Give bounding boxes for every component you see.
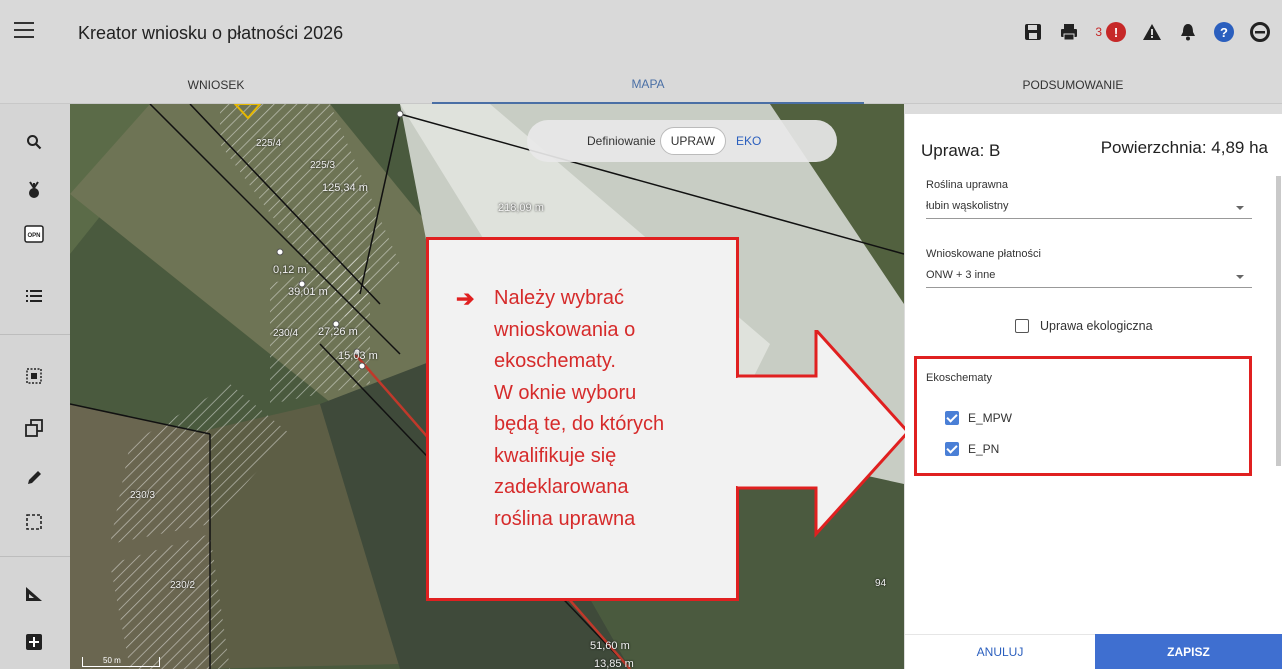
warning-icon[interactable]: [1142, 22, 1162, 42]
copy-shape-icon[interactable]: [22, 416, 46, 440]
search-icon[interactable]: [22, 130, 46, 154]
parcel-label: 94: [875, 578, 887, 589]
payments-field-label: Wnioskowane płatności: [926, 248, 1041, 260]
instruction-text: Należy wybrać wnioskowania o ekoschematy…: [494, 283, 734, 535]
parcel-label: 230/4: [273, 328, 299, 339]
parcel-label: 230/2: [170, 580, 196, 591]
instruction-line: W oknie wyboru: [494, 381, 637, 404]
distance-label: 0,12 m: [273, 264, 307, 276]
ecoschemes-label: Ekoschematy: [926, 372, 993, 384]
parcel-label: 230/3: [130, 490, 156, 501]
mode-toggle-bar: Definiowanie UPRAW EKO: [527, 120, 837, 162]
tab-mapa[interactable]: MAPA: [432, 66, 864, 104]
instruction-line: kwalifikuje się: [494, 444, 617, 467]
instruction-line: Należy wybrać: [494, 287, 625, 309]
map-toolbar: OPN: [0, 104, 70, 669]
toolbar-divider: [0, 334, 70, 335]
app-title: Kreator wniosku o płatności 2026: [78, 23, 344, 43]
mode-option-upraw[interactable]: UPRAW: [659, 127, 726, 155]
ecoscheme-label-pn: E_PN: [968, 442, 1000, 456]
app-header: Kreator wniosku o płatności 2026 3 ! ?: [0, 0, 1282, 66]
ecoscheme-label-mpw: E_MPW: [968, 411, 1013, 425]
draw-rectangle-icon[interactable]: [22, 510, 46, 534]
select-area-icon[interactable]: [22, 364, 46, 388]
crop-select[interactable]: łubin wąskolistny: [926, 200, 1009, 212]
crop-plant-icon[interactable]: [22, 178, 46, 202]
measure-icon[interactable]: [22, 582, 46, 606]
organic-checkbox-label: Uprawa ekologiczna: [1040, 319, 1153, 333]
user-account-icon[interactable]: [1250, 22, 1270, 42]
opn-icon-label: OPN: [27, 233, 40, 239]
save-icon[interactable]: [1023, 22, 1043, 42]
distance-label: 51,60 m: [590, 640, 630, 652]
crop-select-underline: [926, 218, 1252, 219]
crop-area: Powierzchnia: 4,89 ha: [1100, 138, 1268, 157]
distance-label: 15,03 m: [338, 350, 378, 362]
tab-podsumowanie[interactable]: PODSUMOWANIE: [864, 66, 1282, 104]
payments-select-underline: [926, 287, 1252, 288]
ecoscheme-checkbox-mpw[interactable]: [945, 411, 959, 425]
instruction-line: zadeklarowana: [494, 476, 629, 498]
crop-title: Uprawa: B: [921, 141, 1001, 160]
instruction-line: wnioskowania o: [494, 318, 636, 341]
chevron-down-icon[interactable]: [1236, 275, 1244, 279]
distance-label: 13,85 m: [594, 658, 634, 669]
help-icon[interactable]: ?: [1214, 22, 1234, 42]
toolbar-divider: [0, 556, 70, 557]
alert-count: 3: [1095, 25, 1102, 39]
instruction-line: będą te, do których: [494, 413, 665, 435]
ecoscheme-checkbox-pn[interactable]: [945, 442, 959, 456]
cancel-button[interactable]: ANULUJ: [905, 634, 1095, 669]
distance-label: 218,09 m: [498, 202, 544, 214]
list-icon[interactable]: [22, 284, 46, 308]
header-actions: 3 ! ?: [1023, 22, 1270, 42]
mode-label: Definiowanie: [587, 134, 656, 148]
edit-pencil-icon[interactable]: [22, 466, 46, 490]
print-icon[interactable]: [1059, 22, 1079, 42]
pointer-arrow-icon: [736, 330, 911, 538]
map-scale: 50 m: [82, 657, 160, 667]
main-tabs: WNIOSEK MAPA PODSUMOWANIE: [0, 66, 1282, 104]
tab-wniosek[interactable]: WNIOSEK: [0, 66, 432, 104]
parcel-label: 225/4: [256, 138, 282, 149]
crop-details-panel: Uprawa: B Powierzchnia: 4,89 ha Roślina …: [905, 114, 1282, 669]
crop-field-label: Roślina uprawna: [926, 179, 1008, 191]
panel-scrollbar-thumb[interactable]: [1276, 176, 1281, 466]
instruction-line: roślina uprawna: [494, 507, 636, 530]
menu-icon[interactable]: [14, 22, 34, 38]
distance-label: 39,01 m: [288, 286, 328, 298]
mode-option-eko[interactable]: EKO: [726, 128, 771, 154]
payments-select[interactable]: ONW + 3 inne: [926, 269, 995, 281]
save-button[interactable]: ZAPISZ: [1095, 634, 1282, 669]
arrow-right-icon: ➔: [456, 286, 475, 311]
add-layer-icon[interactable]: [22, 630, 46, 654]
opn-icon[interactable]: OPN: [22, 222, 46, 246]
error-icon[interactable]: !: [1106, 22, 1126, 42]
parcel-label: 225/3: [310, 160, 336, 171]
distance-label: 27,26 m: [318, 326, 358, 338]
notification-bell-icon[interactable]: [1178, 22, 1198, 42]
instruction-line: ekoschematy.: [494, 350, 616, 372]
distance-label: 125,34 m: [322, 182, 368, 194]
organic-checkbox[interactable]: [1015, 319, 1029, 333]
chevron-down-icon[interactable]: [1236, 206, 1244, 210]
